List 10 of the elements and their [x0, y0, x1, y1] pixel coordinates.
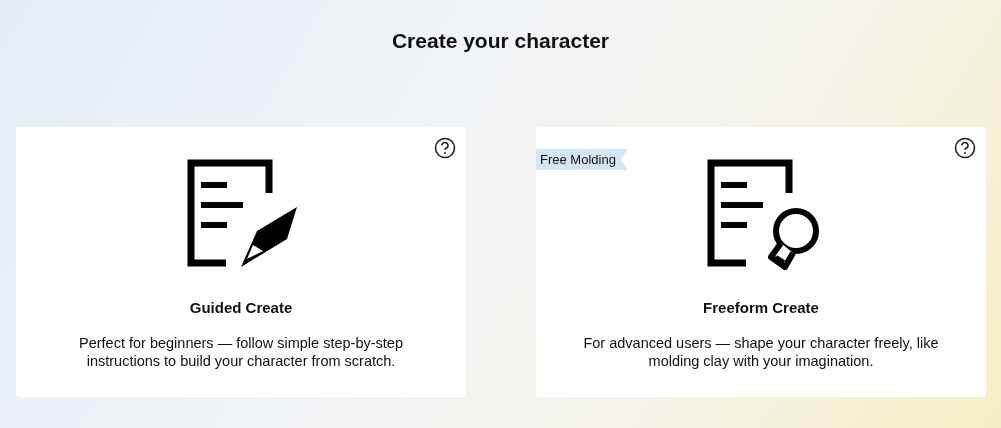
help-icon[interactable] [434, 137, 456, 159]
card-title: Guided Create [189, 299, 293, 316]
option-card[interactable]: Guided Create Perfect for beginners — follow simple step-by-step instructions to build your character from scratch. [16, 127, 466, 397]
card-description: For advanced users — shape your character freely, like molding clay with your imagination. [582, 334, 940, 370]
option-card[interactable]: Free Molding Freeform Create For advanced users — shape your character freely, like molding clay with your imagination. [536, 127, 986, 397]
card-title: Freeform Create [703, 299, 819, 316]
badge: Free Molding [536, 149, 628, 170]
page-title: Create your character [390, 28, 611, 53]
help-icon[interactable] [954, 137, 976, 159]
card-description: Perfect for beginners — follow simple step-by-step instructions to build your character from scratch. [78, 334, 404, 370]
